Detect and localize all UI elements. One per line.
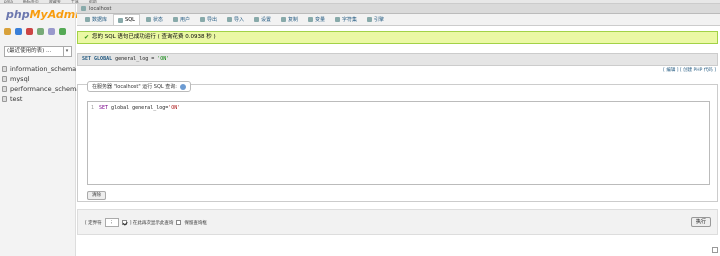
tab-label: 导入 xyxy=(233,17,244,23)
query-keyword: SET GLOBAL xyxy=(82,56,113,62)
tab-users[interactable]: 用户 xyxy=(169,14,194,25)
replication-icon xyxy=(281,17,286,22)
show-again-checkbox[interactable] xyxy=(121,220,127,225)
tab-export[interactable]: 导出 xyxy=(196,14,221,25)
charset-icon xyxy=(335,17,341,22)
line-number: 1 xyxy=(91,105,95,111)
browser-menu-item[interactable]: 收藏夹 xyxy=(49,0,61,3)
server-link[interactable]: localhost xyxy=(89,6,111,12)
success-text: 您的 SQL 语句已成功运行 ( 查询花费 0.0938 秒 ) xyxy=(92,34,216,40)
delimiter-label: [ 定界符 xyxy=(85,220,102,226)
db-item[interactable]: test xyxy=(2,94,80,104)
import-icon xyxy=(226,17,232,22)
users-icon xyxy=(172,17,178,22)
browser-menu-item[interactable]: pma xyxy=(4,0,13,3)
recent-tables-select[interactable]: (最近使用的表) ... ▾ xyxy=(4,46,72,57)
export-icon xyxy=(199,17,205,22)
tab-label: 用户 xyxy=(179,17,190,23)
db-item[interactable]: performance_schema xyxy=(2,84,80,94)
logout-icon[interactable] xyxy=(15,28,22,35)
show-again-label: ] 在此再次显示此查询 xyxy=(129,220,174,226)
variables-icon xyxy=(308,17,314,22)
query-options-bar: [ 定界符 ; ] 在此再次显示此查询 保留查询框 执行 xyxy=(77,209,718,235)
settings-icon[interactable] xyxy=(48,28,55,35)
database-icon xyxy=(2,66,7,72)
tab-label: 复制 xyxy=(288,17,299,23)
tab-label: 状态 xyxy=(152,17,163,23)
sql-editor[interactable]: 1 SET global general_log='ON' xyxy=(87,101,710,185)
sql-icon xyxy=(118,17,124,23)
delimiter-input[interactable]: ; xyxy=(104,218,119,227)
query-value: 'ON' xyxy=(157,56,170,62)
tab-label: 导出 xyxy=(206,17,217,23)
tab-charset[interactable]: 字符集 xyxy=(331,14,361,25)
browser-menu-item[interactable]: 工具 xyxy=(71,0,79,3)
server-icon xyxy=(81,6,86,11)
keep-box-label: 保留查询框 xyxy=(184,220,207,226)
tab-sql[interactable]: SQL xyxy=(113,14,140,25)
clear-button[interactable]: 清除 xyxy=(87,191,106,200)
legend-text: 在服务器 "localhost" 运行 SQL 查询: xyxy=(92,84,177,90)
db-name[interactable]: mysql xyxy=(10,74,30,84)
database-icon xyxy=(85,17,90,22)
chevron-down-icon: ▾ xyxy=(63,47,70,56)
tab-replication[interactable]: 复制 xyxy=(277,14,302,25)
panel-legend: 在服务器 "localhost" 运行 SQL 查询: xyxy=(87,81,191,92)
status-icon xyxy=(145,17,151,22)
check-icon: ✔ xyxy=(84,34,90,41)
tab-variables[interactable]: 变量 xyxy=(304,14,329,25)
help-icon[interactable] xyxy=(179,83,186,90)
home-icon[interactable] xyxy=(4,28,11,35)
code-text: global general_log= xyxy=(108,105,169,111)
main-tabs: 数据库 SQL 状态 用户 导出 导入 设置 复制 变量 字符集 引擎 xyxy=(77,14,720,26)
console-toggle-icon[interactable] xyxy=(712,247,718,253)
reload-icon[interactable] xyxy=(59,28,66,35)
db-item[interactable]: mysql xyxy=(2,74,80,84)
tab-status[interactable]: 状态 xyxy=(142,14,167,25)
tab-engine[interactable]: 引擎 xyxy=(363,14,388,25)
database-list: information_schema mysql performance_sch… xyxy=(2,64,80,104)
browser-menu-item[interactable]: 新标签页 xyxy=(23,0,39,3)
go-button[interactable]: 执行 xyxy=(690,217,711,227)
success-message: ✔ 您的 SQL 语句已成功运行 ( 查询花费 0.0938 秒 ) xyxy=(77,31,718,44)
query-actions[interactable]: [ 编辑 ] [ 创建 PHP 代码 ] xyxy=(663,67,716,73)
db-name[interactable]: information_schema xyxy=(10,64,76,74)
tab-import[interactable]: 导入 xyxy=(223,14,248,25)
navigation-sidebar: phpMyAdmin (最近使用的表) ... ▾ information_sch… xyxy=(0,4,87,256)
engine-icon xyxy=(367,17,373,22)
settings-icon xyxy=(253,17,259,22)
tab-settings[interactable]: 设置 xyxy=(250,14,275,25)
db-item[interactable]: information_schema xyxy=(2,64,80,74)
server-breadcrumb: localhost xyxy=(77,4,720,14)
tab-label: 字符集 xyxy=(342,17,358,23)
browser-menu-item[interactable]: 帮助 xyxy=(89,0,97,3)
tab-database[interactable]: 数据库 xyxy=(81,14,111,25)
database-icon xyxy=(2,86,7,92)
tab-label: 数据库 xyxy=(92,17,108,23)
sql-query-panel: 在服务器 "localhost" 运行 SQL 查询: 1 SET global … xyxy=(77,81,718,202)
query-text: general_log = xyxy=(112,56,158,62)
database-icon xyxy=(2,76,7,82)
phpmyadmin-logo[interactable]: phpMyAdmin xyxy=(6,8,87,21)
executed-query: SET GLOBAL general_log = 'ON' xyxy=(77,53,718,66)
code-keyword: SET xyxy=(99,105,109,111)
tab-label: SQL xyxy=(125,17,135,23)
db-name[interactable]: test xyxy=(10,94,22,104)
db-name[interactable]: performance_schema xyxy=(10,84,80,94)
tab-label: 设置 xyxy=(260,17,271,23)
database-icon xyxy=(2,96,7,102)
code-string: 'ON' xyxy=(168,105,181,111)
delimiter-row: [ 定界符 ; ] 在此再次显示此查询 保留查询框 xyxy=(85,218,207,227)
tab-label: 变量 xyxy=(315,17,326,23)
nav-icon-bar xyxy=(4,28,66,35)
keep-box-checkbox[interactable] xyxy=(176,220,182,225)
docs-icon[interactable] xyxy=(37,28,44,35)
query-window-icon[interactable] xyxy=(26,28,33,35)
tab-label: 引擎 xyxy=(374,17,385,23)
